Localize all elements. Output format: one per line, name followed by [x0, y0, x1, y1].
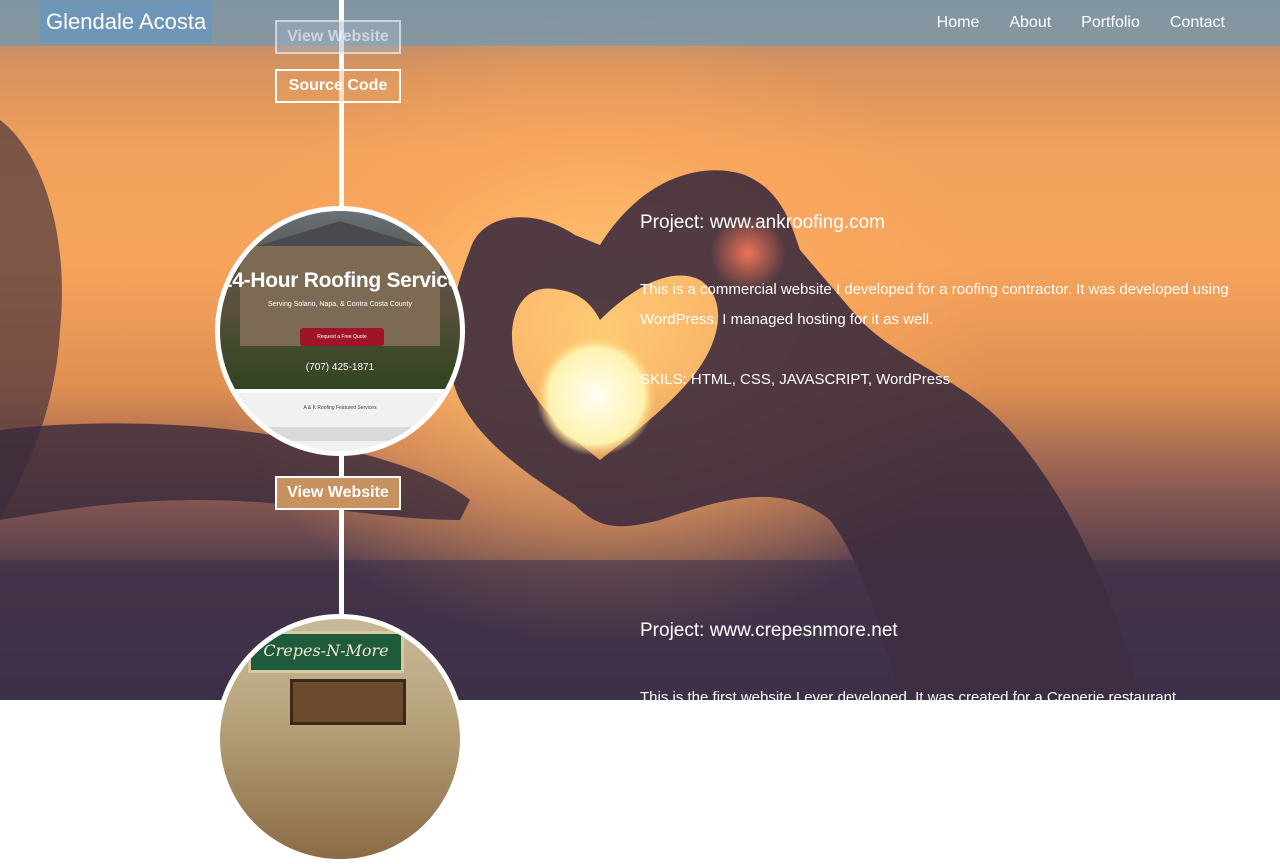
- project-title: Project: www.ankroofing.com: [640, 212, 885, 233]
- project-description: This is a commercial website I developed…: [640, 281, 1229, 328]
- project-description: This is the first website I ever develop…: [640, 689, 1181, 706]
- nav-home[interactable]: Home: [937, 0, 980, 45]
- project-thumbnail-crepesnmore[interactable]: Crepes-N-More: [215, 614, 465, 864]
- thumbnail-subline: Serving Solano, Napa, & Contra Costa Cou…: [268, 301, 412, 308]
- source-code-button[interactable]: Source Code: [275, 69, 401, 103]
- thumbnail-headline: 24-Hour Roofing Service: [220, 269, 460, 292]
- navbar: Glendale Acosta Home About Portfolio Con…: [0, 0, 1280, 46]
- thumbnail-cta: Request a Free Quote: [300, 328, 384, 346]
- thumbnail-storefront: Crepes-N-More: [220, 619, 460, 859]
- nav-about[interactable]: About: [1009, 0, 1051, 45]
- thumbnail-footer-bar: [220, 427, 460, 441]
- thumbnail-footer-text: A & K Roofing Featured Services: [303, 405, 377, 411]
- project-thumbnail-ankroofing[interactable]: 24-Hour Roofing Service Serving Solano, …: [215, 206, 465, 456]
- project-title: Project: www.crepesnmore.net: [640, 620, 898, 641]
- thumbnail-footer: A & K Roofing Featured Services: [220, 393, 460, 451]
- thumbnail-window: [290, 679, 406, 725]
- view-website-button-previous[interactable]: View Website: [275, 20, 401, 54]
- project-skills: SKILS: HTML, CSS, JAVASCRIPT, WordPress: [640, 371, 951, 388]
- project-crepesnmore: Project: www.crepesnmore.net This is the…: [640, 620, 1240, 713]
- brand-logo[interactable]: Glendale Acosta: [40, 1, 213, 42]
- nav-contact[interactable]: Contact: [1170, 0, 1225, 45]
- project-ankroofing: Project: www.ankroofing.com This is a co…: [640, 212, 1240, 395]
- nav-portfolio[interactable]: Portfolio: [1081, 0, 1140, 45]
- thumbnail-phone: (707) 425-1871: [305, 362, 375, 373]
- nav-links: Home About Portfolio Contact: [937, 0, 1225, 45]
- thumbnail-sign: Crepes-N-More: [248, 631, 404, 673]
- view-website-button-ankroofing[interactable]: View Website: [275, 476, 401, 510]
